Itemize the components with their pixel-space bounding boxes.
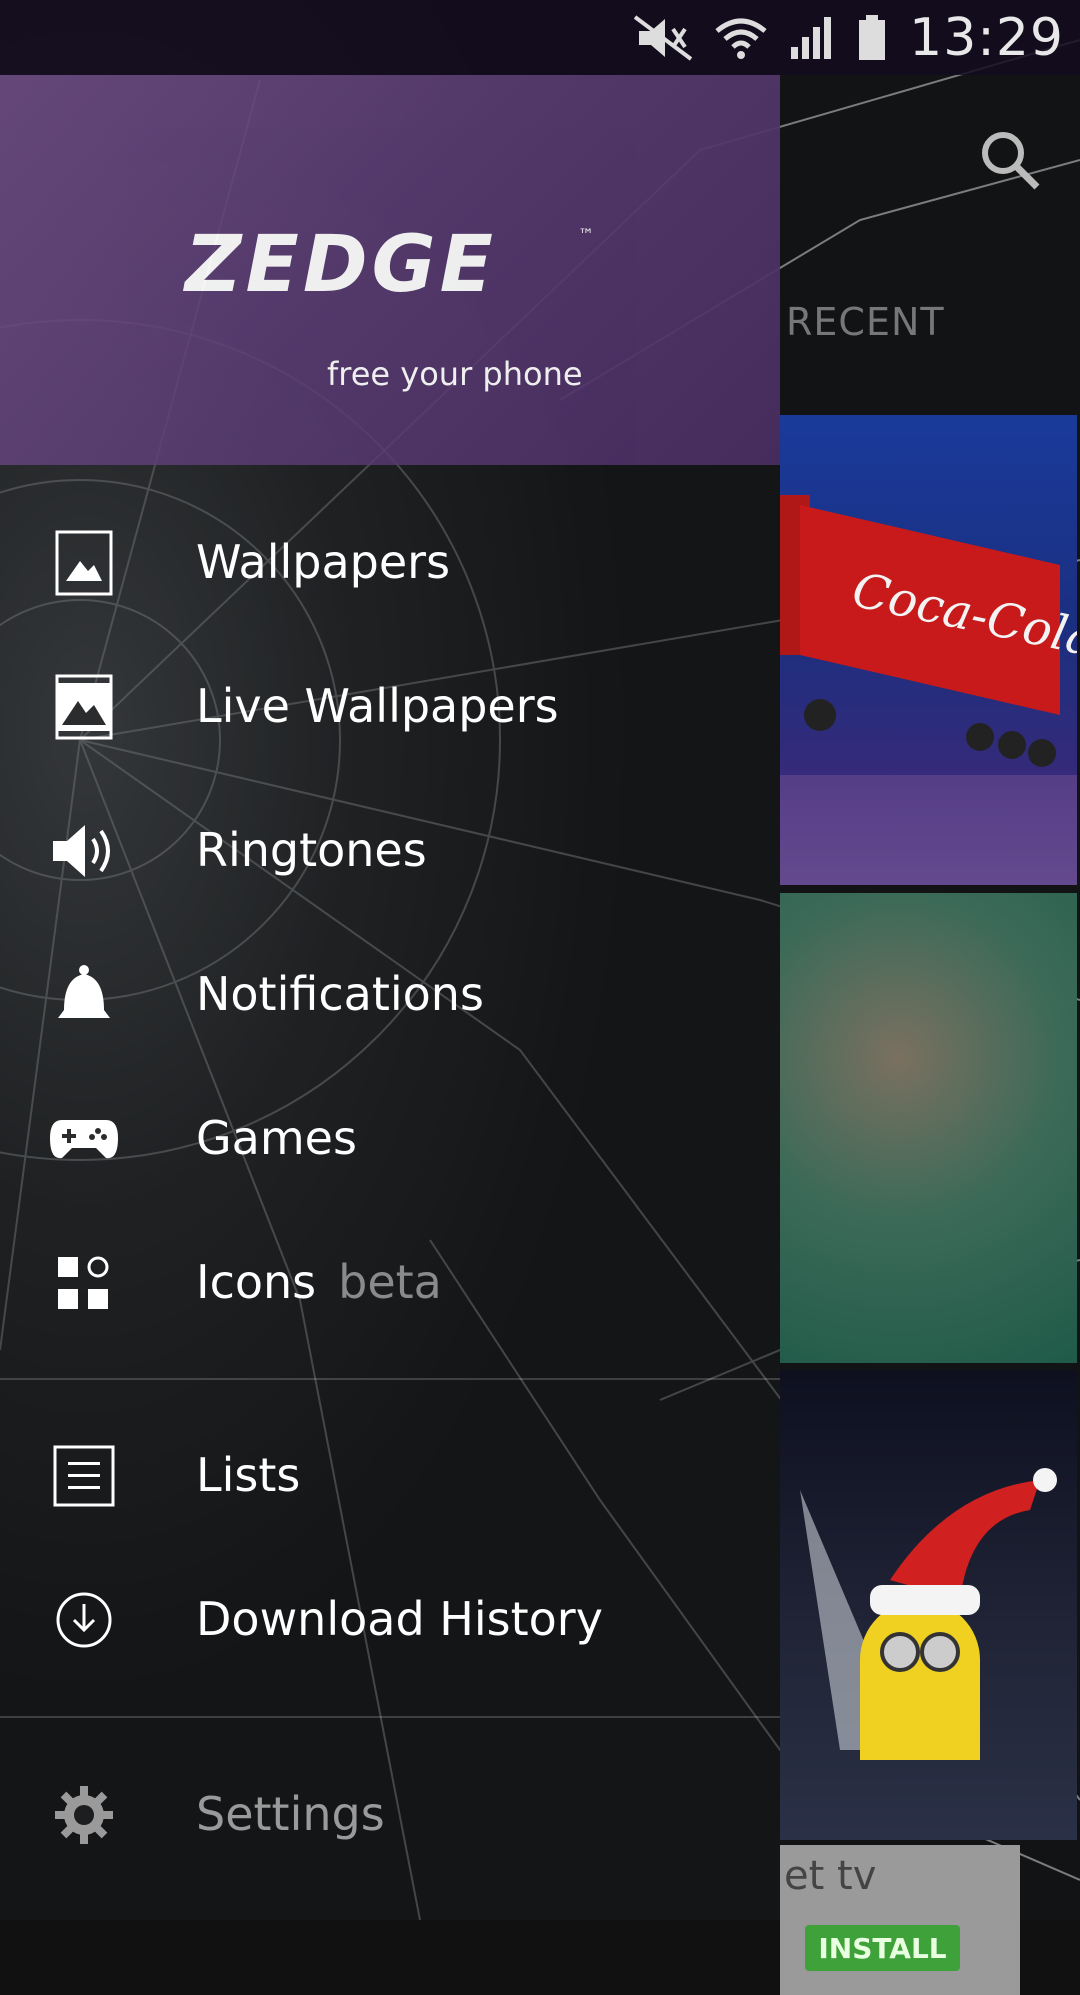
gamepad-icon [48, 1099, 120, 1179]
menu-label: Games [196, 1111, 357, 1165]
menu-label: Notifications [196, 967, 484, 1021]
zedge-logo: ZEDGE [185, 220, 497, 310]
status-bar: 13:29 [0, 0, 1080, 75]
menu-label: Ringtones [196, 823, 427, 877]
trademark-mark: ™ [578, 225, 594, 244]
menu-item-icons[interactable]: Icons beta [0, 1213, 780, 1353]
ad-card[interactable]: et tv INSTALL [780, 1845, 1020, 1995]
search-icon[interactable] [975, 125, 1045, 195]
mute-icon [633, 15, 693, 61]
menu-item-lists[interactable]: Lists [0, 1406, 780, 1546]
icons-grid-icon [48, 1243, 120, 1323]
menu-label: Lists [196, 1448, 301, 1502]
menu-item-download-history[interactable]: Download History [0, 1550, 780, 1690]
drawer-header: ZEDGE ™ free your phone [0, 75, 780, 465]
signal-icon [791, 17, 832, 59]
minion-illustration [800, 1468, 1057, 1760]
truck-illustration: Coca-Cola [780, 495, 1077, 885]
menu-item-settings[interactable]: Settings [0, 1745, 780, 1885]
list-icon [48, 1436, 120, 1516]
wallpaper-feed: RECENT Coca-Cola et tv INSTALL [780, 75, 1080, 1995]
menu-label: Live Wallpapers [196, 679, 559, 733]
speaker-icon [48, 811, 120, 891]
wifi-icon [715, 18, 767, 59]
menu-label: Download History [196, 1592, 603, 1646]
menu-divider [0, 1378, 780, 1380]
status-time: 13:29 [909, 8, 1064, 68]
menu-item-notifications[interactable]: Notifications [0, 925, 780, 1065]
gear-icon [48, 1775, 120, 1855]
wallpaper-icon [48, 523, 120, 603]
wallpaper-thumbnail[interactable] [780, 1370, 1077, 1840]
beta-badge: beta [338, 1255, 442, 1309]
download-icon [48, 1580, 120, 1660]
menu-label: Icons beta [196, 1255, 442, 1309]
menu-label: Wallpapers [196, 535, 451, 589]
wallpaper-thumbnail[interactable]: Coca-Cola [780, 415, 1077, 885]
wallpaper-thumbnail[interactable] [780, 893, 1077, 1363]
menu-item-games[interactable]: Games [0, 1069, 780, 1209]
tab-recent[interactable]: RECENT [786, 300, 945, 344]
menu-item-ringtones[interactable]: Ringtones [0, 781, 780, 921]
ad-title: et tv [784, 1853, 877, 1899]
bell-icon [48, 955, 120, 1035]
menu-item-wallpapers[interactable]: Wallpapers [0, 493, 780, 633]
navigation-drawer: ZEDGE ™ free your phone Wallpapers Live … [0, 0, 780, 1920]
install-button[interactable]: INSTALL [805, 1925, 960, 1971]
menu-divider [0, 1716, 780, 1718]
battery-icon [859, 15, 886, 60]
menu-label: Settings [196, 1787, 385, 1841]
live-wallpaper-icon [48, 667, 120, 747]
tagline: free your phone [327, 355, 583, 393]
menu-item-live-wallpapers[interactable]: Live Wallpapers [0, 637, 780, 777]
